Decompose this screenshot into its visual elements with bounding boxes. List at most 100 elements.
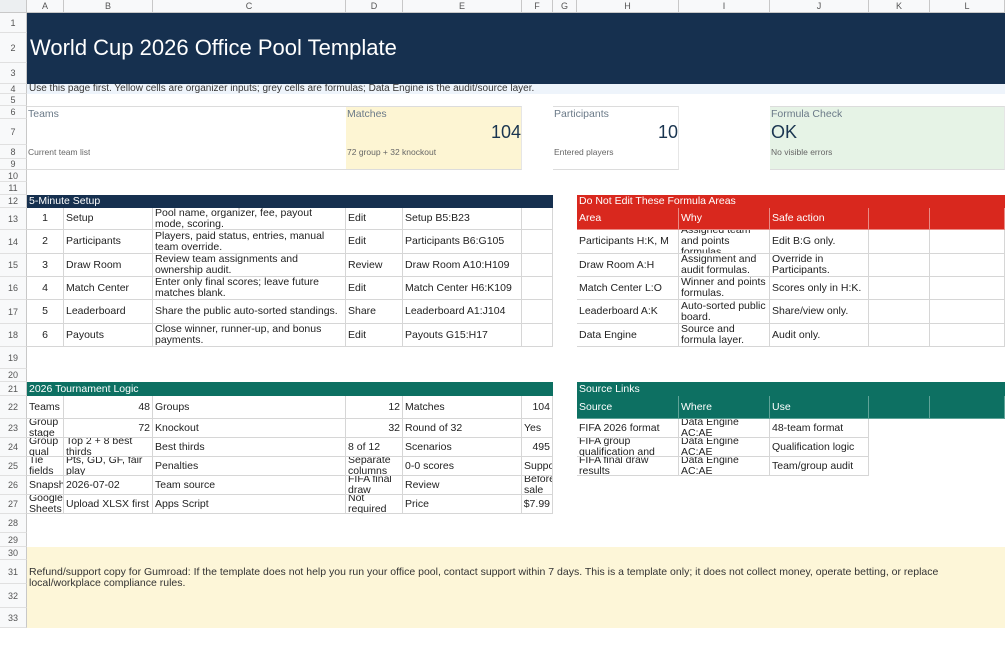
donotedit-column-header[interactable]: Safe action <box>770 208 869 230</box>
row-header-4[interactable]: 4 <box>0 84 27 94</box>
row-header-10[interactable]: 10 <box>0 170 27 182</box>
logic-cell[interactable]: Team source <box>153 476 346 495</box>
logic-cell[interactable]: Groups <box>153 396 346 419</box>
row-header-12[interactable]: 12 <box>0 195 27 208</box>
donotedit-cell-empty[interactable] <box>930 277 1005 300</box>
setup-cell-action[interactable]: Review <box>346 254 403 277</box>
setup-cell-action[interactable]: Edit <box>346 324 403 347</box>
donotedit-cell[interactable]: Match Center L:O <box>577 277 679 300</box>
sources-column-header[interactable]: Where <box>679 396 770 419</box>
setup-cell-empty[interactable] <box>522 324 553 347</box>
donotedit-cell[interactable]: Data Engine <box>577 324 679 347</box>
logic-cell[interactable]: Scenarios <box>403 438 522 457</box>
logic-cell[interactable]: Snapshot <box>27 476 64 495</box>
column-header-e[interactable]: E <box>403 0 522 13</box>
setup-cell-range[interactable]: Participants B6:G105 <box>403 230 522 254</box>
donotedit-cell-empty[interactable] <box>930 254 1005 277</box>
logic-cell[interactable]: Top 2 + 8 best thirds <box>64 438 153 457</box>
setup-cell-empty[interactable] <box>522 230 553 254</box>
donotedit-column-header[interactable]: Why <box>679 208 770 230</box>
row-header-31[interactable]: 31 <box>0 560 27 584</box>
row-header-11[interactable]: 11 <box>0 182 27 195</box>
column-header-b[interactable]: B <box>64 0 153 13</box>
setup-cell-number[interactable]: 4 <box>27 277 64 300</box>
row-header-26[interactable]: 26 <box>0 476 27 495</box>
logic-cell[interactable]: Knockout <box>153 419 346 438</box>
setup-cell-step[interactable]: Match Center <box>64 277 153 300</box>
logic-cell[interactable]: 2026-07-02 <box>64 476 153 495</box>
logic-cell[interactable]: Group qual <box>27 438 64 457</box>
setup-cell-step[interactable]: Leaderboard <box>64 300 153 324</box>
row-header-20[interactable]: 20 <box>0 369 27 382</box>
row-header-33[interactable]: 33 <box>0 608 27 628</box>
donotedit-cell-empty[interactable] <box>869 277 930 300</box>
row-header-27[interactable]: 27 <box>0 495 27 514</box>
donotedit-cell[interactable]: Assigned team and points formulas. <box>679 230 770 254</box>
setup-cell-number[interactable]: 1 <box>27 208 64 230</box>
setup-cell-range[interactable]: Draw Room A10:H109 <box>403 254 522 277</box>
row-header-22[interactable]: 22 <box>0 396 27 419</box>
logic-cell[interactable]: FIFA final draw <box>346 476 403 495</box>
column-header-g[interactable]: G <box>553 0 577 13</box>
setup-cell-action[interactable]: Share <box>346 300 403 324</box>
logic-cell[interactable]: Group stage <box>27 419 64 438</box>
setup-cell-number[interactable]: 5 <box>27 300 64 324</box>
row-header-29[interactable]: 29 <box>0 533 27 547</box>
sources-column-header-empty[interactable] <box>869 396 930 419</box>
setup-cell-empty[interactable] <box>522 277 553 300</box>
logic-cell[interactable]: Not required <box>346 495 403 514</box>
setup-cell-description[interactable]: Enter only final scores; leave future ma… <box>153 277 346 300</box>
logic-cell[interactable]: 32 <box>346 419 403 438</box>
column-header-f[interactable]: F <box>522 0 553 13</box>
setup-cell-empty[interactable] <box>522 208 553 230</box>
logic-cell[interactable]: Best thirds <box>153 438 346 457</box>
donotedit-cell-empty[interactable] <box>869 254 930 277</box>
row-header-15[interactable]: 15 <box>0 254 27 277</box>
logic-cell[interactable]: Price <box>403 495 522 514</box>
row-header-32[interactable]: 32 <box>0 584 27 608</box>
row-header-16[interactable]: 16 <box>0 277 27 300</box>
logic-cell[interactable]: Supported <box>522 457 553 476</box>
setup-cell-step[interactable]: Setup <box>64 208 153 230</box>
logic-cell[interactable]: 104 <box>522 396 553 419</box>
donotedit-cell[interactable]: Auto-sorted public board. <box>679 300 770 324</box>
sources-cell[interactable]: Team/group audit <box>770 457 869 476</box>
sources-column-header[interactable]: Use <box>770 396 869 419</box>
setup-cell-range[interactable]: Match Center H6:K109 <box>403 277 522 300</box>
sources-column-header-empty[interactable] <box>930 396 1005 419</box>
row-header-13[interactable]: 13 <box>0 208 27 230</box>
logic-cell[interactable]: 8 of 12 <box>346 438 403 457</box>
logic-cell[interactable]: Matches <box>403 396 522 419</box>
row-header-6[interactable]: 6 <box>0 106 27 119</box>
donotedit-cell[interactable]: Leaderboard A:K <box>577 300 679 324</box>
row-header-19[interactable]: 19 <box>0 347 27 369</box>
donotedit-cell[interactable]: Draw Room A:H <box>577 254 679 277</box>
row-header-3[interactable]: 3 <box>0 63 27 84</box>
logic-cell[interactable]: Tie fields <box>27 457 64 476</box>
donotedit-cell[interactable]: Edit B:G only. <box>770 230 869 254</box>
setup-cell-number[interactable]: 2 <box>27 230 64 254</box>
column-header-h[interactable]: H <box>577 0 679 13</box>
donotedit-cell[interactable]: Override in Participants. <box>770 254 869 277</box>
donotedit-cell[interactable]: Assignment and audit formulas. <box>679 254 770 277</box>
sources-cell[interactable]: Data Engine AC:AE <box>679 438 770 457</box>
setup-cell-description[interactable]: Share the public auto-sorted standings. <box>153 300 346 324</box>
logic-cell[interactable]: 48 <box>64 396 153 419</box>
setup-cell-action[interactable]: Edit <box>346 208 403 230</box>
column-header-i[interactable]: I <box>679 0 770 13</box>
setup-cell-description[interactable]: Review team assignments and ownership au… <box>153 254 346 277</box>
row-header-24[interactable]: 24 <box>0 438 27 457</box>
setup-cell-empty[interactable] <box>522 300 553 324</box>
setup-cell-number[interactable]: 6 <box>27 324 64 347</box>
logic-cell[interactable]: Penalties <box>153 457 346 476</box>
logic-cell[interactable]: Round of 32 <box>403 419 522 438</box>
sources-cell[interactable]: Qualification logic <box>770 438 869 457</box>
row-header-30[interactable]: 30 <box>0 547 27 560</box>
column-header-k[interactable]: K <box>869 0 930 13</box>
row-header-7[interactable]: 7 <box>0 119 27 145</box>
setup-cell-number[interactable]: 3 <box>27 254 64 277</box>
setup-cell-empty[interactable] <box>522 254 553 277</box>
row-header-21[interactable]: 21 <box>0 382 27 396</box>
donotedit-cell-empty[interactable] <box>930 230 1005 254</box>
row-header-1[interactable]: 1 <box>0 13 27 33</box>
